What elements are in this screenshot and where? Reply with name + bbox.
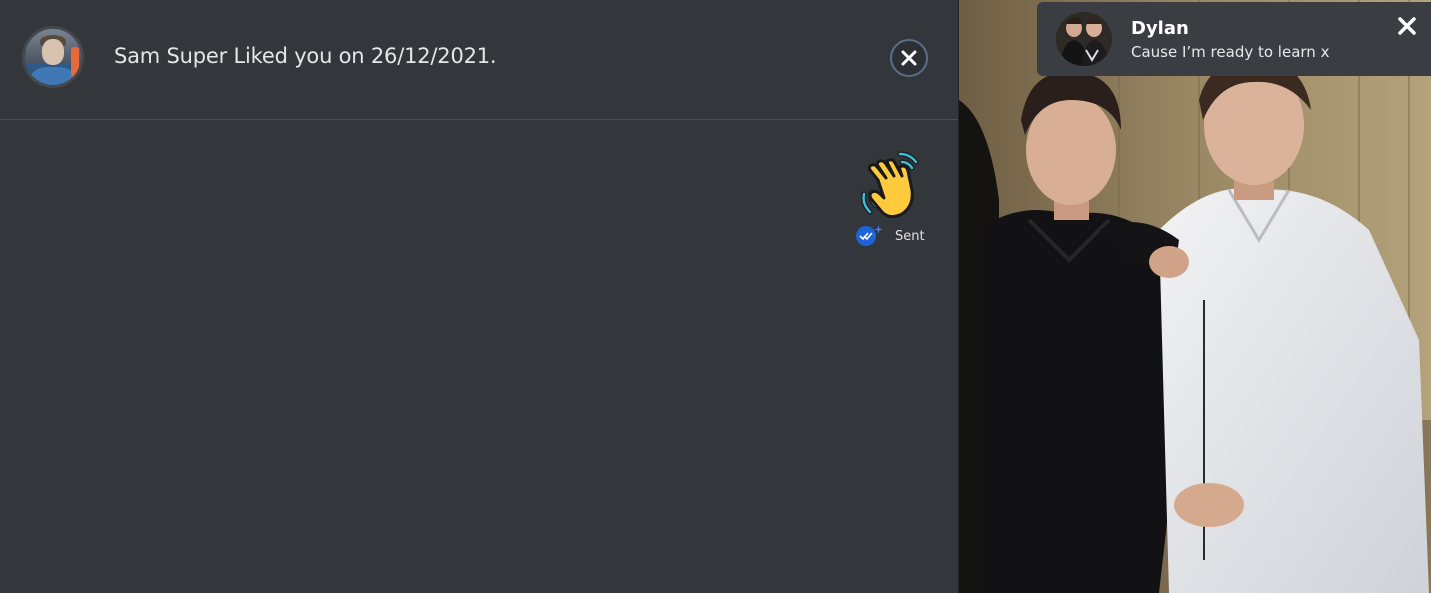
sparkle-icon (874, 224, 883, 234)
message-status-text: Sent (895, 228, 925, 244)
double-check-icon (856, 226, 876, 246)
message-status: Sent (856, 224, 925, 246)
profile-photo[interactable]: Dylan Cause I’m ready to learn x (958, 0, 1431, 593)
waving-hand-icon (861, 151, 919, 219)
chat-panel: Sam Super Liked you on 26/12/2021. Sent (0, 0, 958, 593)
profile-photo-image (959, 0, 1431, 593)
chat-header: Sam Super Liked you on 26/12/2021. (0, 0, 958, 120)
notification-message: Cause I’m ready to learn x (1131, 43, 1330, 61)
notification-sender-name: Dylan (1131, 18, 1189, 39)
message-notification[interactable]: Dylan Cause I’m ready to learn x (1037, 2, 1431, 76)
close-button[interactable] (890, 39, 928, 77)
avatar-face (42, 39, 64, 65)
avatar-detail (71, 47, 79, 77)
super-like-text: Sam Super Liked you on 26/12/2021. (114, 44, 497, 68)
close-icon (1398, 17, 1416, 35)
notification-close-button[interactable] (1396, 15, 1418, 37)
close-icon (901, 50, 917, 66)
avatar[interactable] (22, 26, 84, 88)
avatar-body (31, 67, 75, 85)
notification-avatar (1056, 12, 1112, 66)
